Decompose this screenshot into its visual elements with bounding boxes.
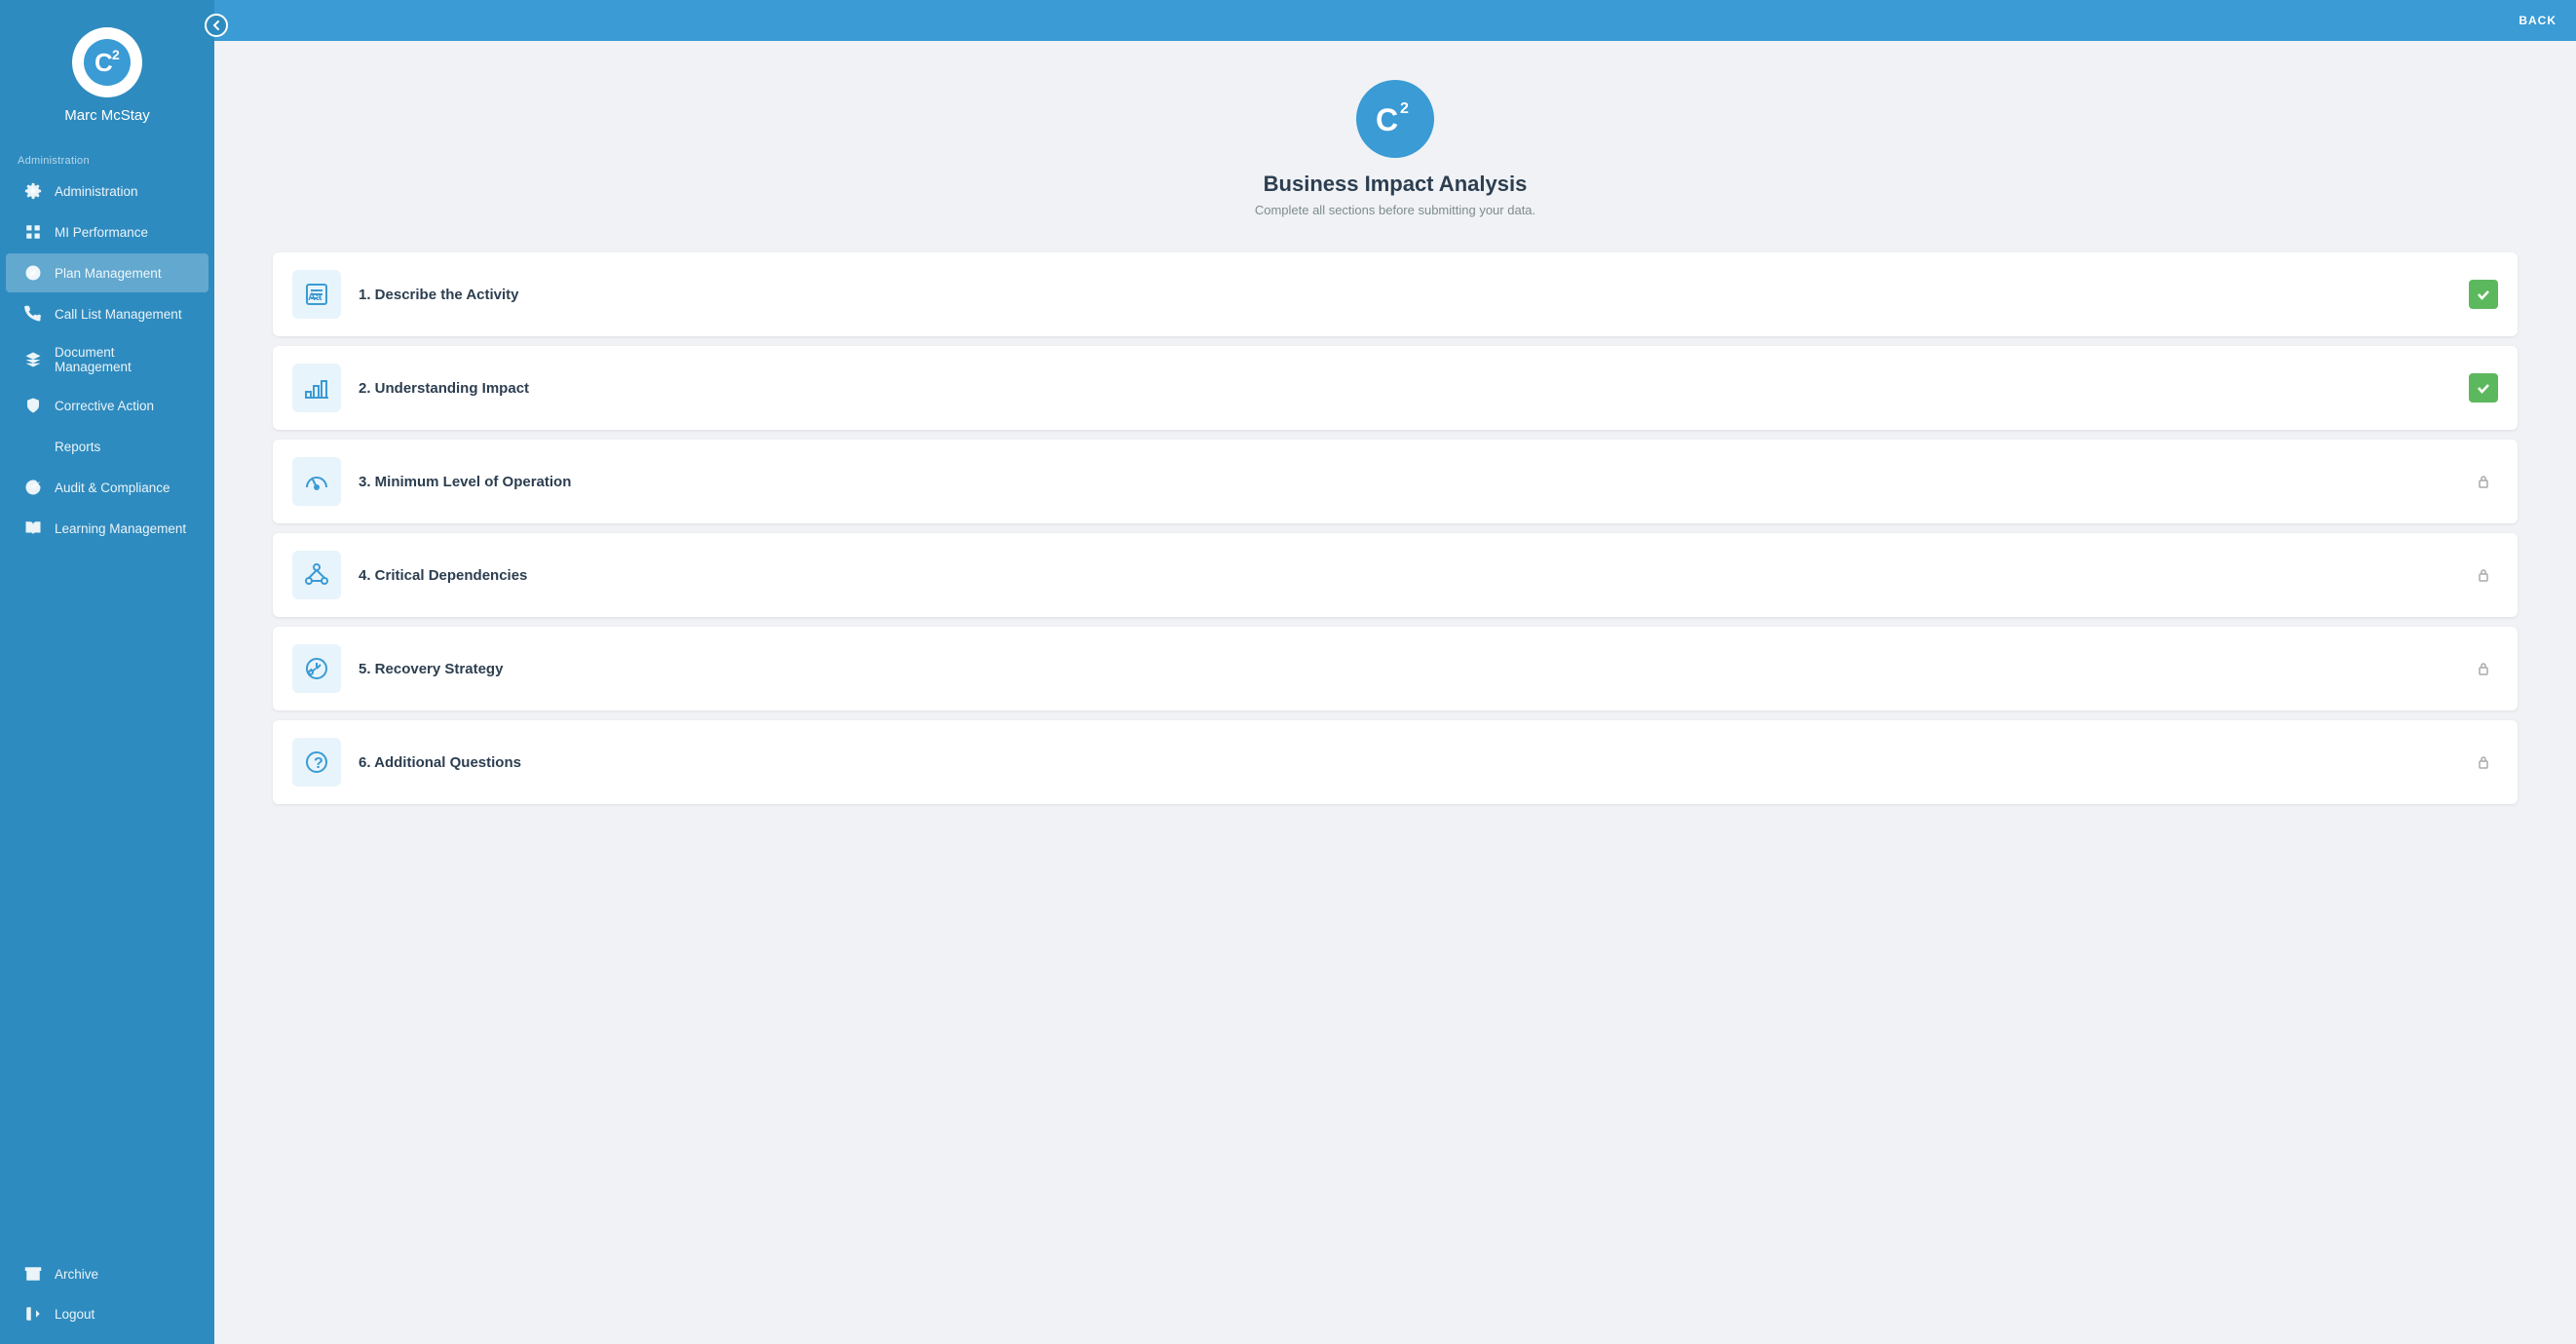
sidebar-item-corrective-action[interactable]: Corrective Action <box>6 386 208 425</box>
sidebar-item-reports[interactable]: Reports <box>6 427 208 466</box>
section-card-critical-dependencies[interactable]: 4. Critical Dependencies <box>273 533 2518 617</box>
section-status-minimum-level <box>2469 467 2498 496</box>
section-label-describe-activity: 1. Describe the Activity <box>359 287 2469 303</box>
main-area: BACK C 2 Business Impact Analysis Comple… <box>214 0 2576 1344</box>
svg-text:C: C <box>95 48 113 77</box>
section-label-recovery-strategy: 5. Recovery Strategy <box>359 661 2469 677</box>
section-status-recovery-strategy <box>2469 654 2498 683</box>
section-label-minimum-level: 3. Minimum Level of Operation <box>359 474 2469 490</box>
logo-area: C 2 Marc McStay <box>0 0 214 141</box>
section-label-additional-questions: 6. Additional Questions <box>359 754 2469 771</box>
svg-text:Aa: Aa <box>308 291 322 303</box>
sidebar-item-logout[interactable]: Logout <box>6 1294 208 1333</box>
section-status-describe-activity <box>2469 280 2498 309</box>
sidebar-item-administration[interactable]: Administration <box>6 172 208 211</box>
section-label-critical-dependencies: 4. Critical Dependencies <box>359 567 2469 584</box>
section-card-minimum-level[interactable]: 3. Minimum Level of Operation <box>273 440 2518 523</box>
sidebar-item-learning-label: Learning Management <box>55 521 186 536</box>
check-circle-icon <box>23 478 43 497</box>
logo: C 2 <box>72 27 142 97</box>
sidebar-item-document-management[interactable]: Document Management <box>6 335 208 384</box>
sidebar-item-document-label: Document Management <box>55 345 191 374</box>
layers-icon <box>23 350 43 369</box>
sidebar-item-audit-label: Audit & Compliance <box>55 480 170 495</box>
sidebar-item-call-list-management[interactable]: Call List Management <box>6 294 208 333</box>
svg-text:?: ? <box>314 755 323 772</box>
gear-icon <box>23 181 43 201</box>
section-label-understanding-impact: 2. Understanding Impact <box>359 380 2469 397</box>
svg-text:2: 2 <box>112 47 120 62</box>
sidebar-item-logout-label: Logout <box>55 1307 95 1322</box>
archive-icon <box>23 1264 43 1284</box>
section-icon-critical-dependencies <box>292 551 341 599</box>
sections-list: Aa 1. Describe the Activity 2. Understan… <box>273 252 2518 804</box>
section-icon-minimum-level <box>292 457 341 506</box>
content-area: C 2 Business Impact Analysis Complete al… <box>214 41 2576 1344</box>
sidebar-item-plan-management[interactable]: Plan Management <box>6 253 208 292</box>
header-logo: C 2 <box>1356 80 1434 158</box>
sidebar-item-audit-compliance[interactable]: Audit & Compliance <box>6 468 208 507</box>
bar-chart-icon <box>23 437 43 456</box>
sidebar-item-reports-label: Reports <box>55 440 100 454</box>
user-name: Marc McStay <box>64 107 150 124</box>
topbar: BACK <box>214 0 2576 41</box>
sidebar-item-plan-management-label: Plan Management <box>55 266 162 281</box>
sidebar-item-administration-label: Administration <box>55 184 138 199</box>
section-icon-recovery-strategy <box>292 644 341 693</box>
section-card-recovery-strategy[interactable]: 5. Recovery Strategy <box>273 627 2518 710</box>
section-status-critical-dependencies <box>2469 560 2498 590</box>
section-card-describe-activity[interactable]: Aa 1. Describe the Activity <box>273 252 2518 336</box>
shield-icon <box>23 396 43 415</box>
page-header: C 2 Business Impact Analysis Complete al… <box>273 80 2518 217</box>
bottom-nav: Archive Logout <box>0 1253 214 1344</box>
sidebar-item-mi-performance-label: MI Performance <box>55 225 148 240</box>
grid-icon <box>23 222 43 242</box>
sidebar-item-archive-label: Archive <box>55 1267 98 1282</box>
compass-icon <box>23 263 43 283</box>
section-card-understanding-impact[interactable]: 2. Understanding Impact <box>273 346 2518 430</box>
sidebar-item-mi-performance[interactable]: MI Performance <box>6 212 208 251</box>
sidebar: C 2 Marc McStay Administration Administr… <box>0 0 214 1344</box>
phone-icon <box>23 304 43 324</box>
sidebar-item-call-list-label: Call List Management <box>55 307 182 322</box>
collapse-sidebar-button[interactable] <box>205 14 228 37</box>
sidebar-item-corrective-action-label: Corrective Action <box>55 399 154 413</box>
sidebar-item-archive[interactable]: Archive <box>6 1254 208 1293</box>
section-status-additional-questions <box>2469 748 2498 777</box>
page-subtitle: Complete all sections before submitting … <box>1255 203 1535 217</box>
section-status-understanding-impact <box>2469 373 2498 403</box>
section-card-additional-questions[interactable]: ? 6. Additional Questions <box>273 720 2518 804</box>
section-icon-additional-questions: ? <box>292 738 341 787</box>
sign-out-icon <box>23 1304 43 1324</box>
section-icon-understanding-impact <box>292 364 341 412</box>
book-icon <box>23 518 43 538</box>
svg-text:C: C <box>1376 102 1398 137</box>
back-button[interactable]: BACK <box>2519 14 2557 27</box>
page-title: Business Impact Analysis <box>1264 172 1528 197</box>
sidebar-item-learning-management[interactable]: Learning Management <box>6 509 208 548</box>
svg-text:2: 2 <box>1400 100 1409 117</box>
section-icon-describe-activity: Aa <box>292 270 341 319</box>
admin-section-label: Administration <box>0 141 214 171</box>
